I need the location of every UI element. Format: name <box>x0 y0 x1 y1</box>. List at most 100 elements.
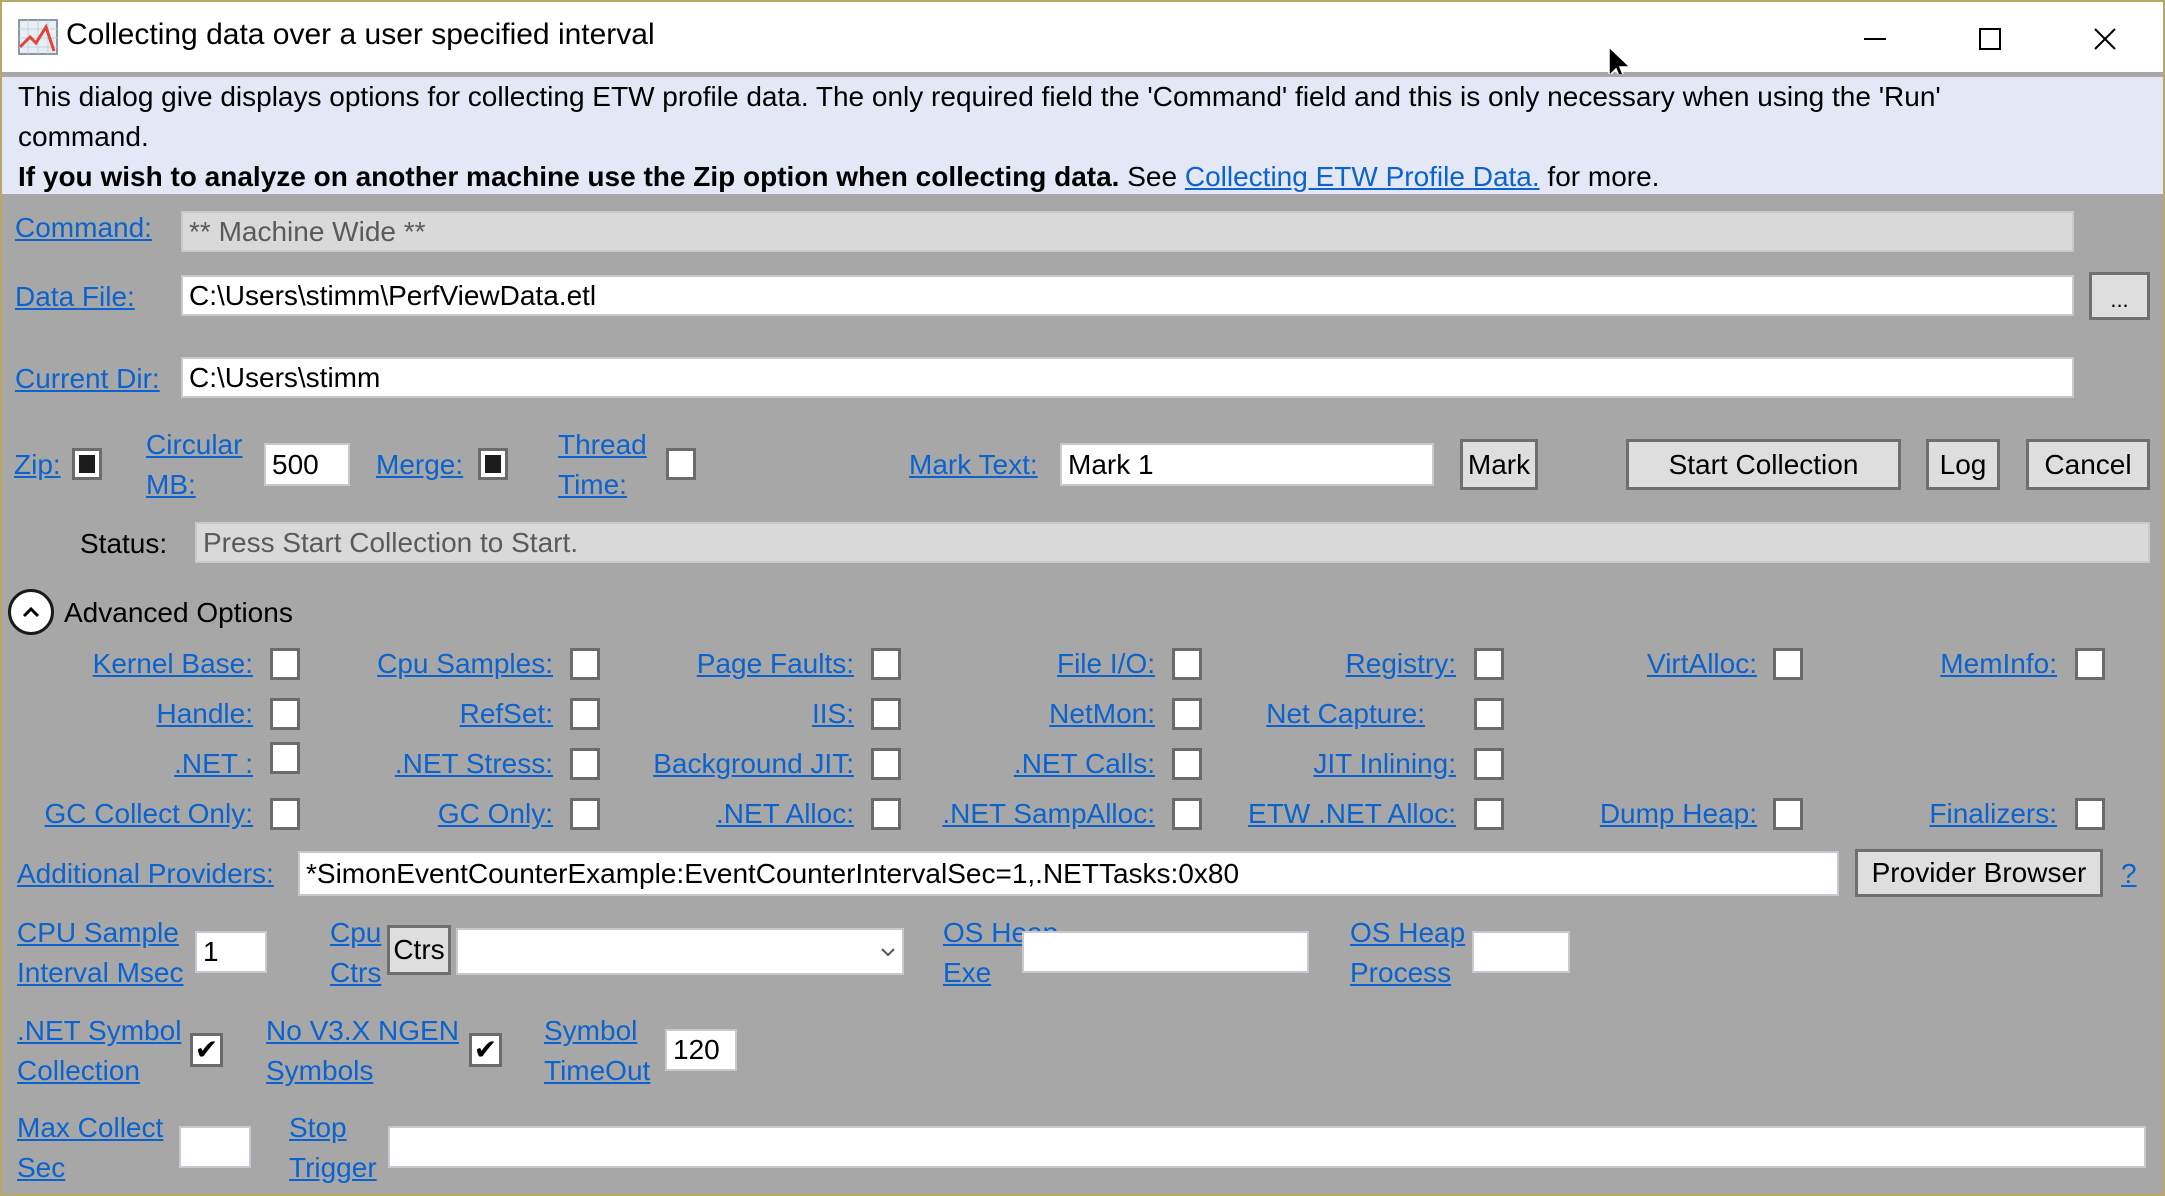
circular-mb-input[interactable]: 500 <box>264 443 350 486</box>
cpu-ctrs-label-line2[interactable]: Ctrs <box>330 953 381 993</box>
option-label-finalizers[interactable]: Finalizers: <box>1929 794 2057 834</box>
option-checkbox-net-alloc[interactable] <box>871 798 901 830</box>
option-label-file-i-o[interactable]: File I/O: <box>1057 644 1155 684</box>
option-label-net-capture[interactable]: Net Capture: <box>1266 694 1425 734</box>
current-dir-input[interactable]: C:\Users\stimm <box>181 357 2074 398</box>
option-checkbox-page-faults[interactable] <box>871 648 901 680</box>
cpu-sample-label-line1[interactable]: CPU Sample <box>17 913 184 953</box>
option-label-iis[interactable]: IIS: <box>812 694 854 734</box>
stop-trigger-input[interactable] <box>388 1126 2146 1168</box>
advanced-options-toggle[interactable] <box>8 589 54 635</box>
title-bar[interactable]: Collecting data over a user specified in… <box>2 2 2163 83</box>
option-label-net-calls[interactable]: .NET Calls: <box>1014 744 1155 784</box>
cpu-ctrs-label-line1[interactable]: Cpu <box>330 913 381 953</box>
option-checkbox-net[interactable] <box>270 742 300 774</box>
option-label-net[interactable]: .NET : <box>174 744 253 784</box>
option-checkbox-netmon[interactable] <box>1172 698 1202 730</box>
option-checkbox-kernel-base[interactable] <box>270 648 300 680</box>
merge-checkbox[interactable] <box>478 448 508 480</box>
option-label-page-faults[interactable]: Page Faults: <box>697 644 854 684</box>
option-label-handle[interactable]: Handle: <box>156 694 253 734</box>
symbol-timeout-label-line1[interactable]: Symbol <box>544 1011 650 1051</box>
cancel-button[interactable]: Cancel <box>2026 439 2150 490</box>
option-checkbox-gc-collect-only[interactable] <box>270 798 300 830</box>
option-checkbox-net-sampalloc[interactable] <box>1172 798 1202 830</box>
mark-text-input[interactable]: Mark 1 <box>1060 443 1434 486</box>
option-checkbox-virtalloc[interactable] <box>1773 648 1803 680</box>
providers-help-link[interactable]: ? <box>2121 854 2137 894</box>
option-label-registry[interactable]: Registry: <box>1346 644 1456 684</box>
option-checkbox-etw-net-alloc[interactable] <box>1474 798 1504 830</box>
option-label-cpu-samples[interactable]: Cpu Samples: <box>377 644 553 684</box>
option-checkbox-finalizers[interactable] <box>2075 798 2105 830</box>
no-v3x-ngen-label-line1[interactable]: No V3.X NGEN <box>266 1011 459 1051</box>
thread-time-checkbox[interactable] <box>666 448 696 480</box>
option-checkbox-gc-only[interactable] <box>570 798 600 830</box>
circular-mb-label[interactable]: Circular MB: <box>146 425 242 505</box>
browse-data-file-button[interactable]: ... <box>2089 272 2150 320</box>
thread-time-label-line1[interactable]: Thread <box>558 425 647 465</box>
no-v3x-ngen-label-line2[interactable]: Symbols <box>266 1051 459 1091</box>
cpu-sample-interval-input[interactable]: 1 <box>195 931 267 973</box>
option-label-virtalloc[interactable]: VirtAlloc: <box>1647 644 1757 684</box>
zip-checkbox[interactable] <box>72 448 102 480</box>
option-checkbox-handle[interactable] <box>270 698 300 730</box>
option-checkbox-file-i-o[interactable] <box>1172 648 1202 680</box>
merge-label[interactable]: Merge: <box>376 445 463 485</box>
max-collect-label-line2[interactable]: Sec <box>17 1148 163 1188</box>
max-collect-label-line1[interactable]: Max Collect <box>17 1108 163 1148</box>
command-label[interactable]: Command: <box>15 208 152 248</box>
option-label-gc-collect-only[interactable]: GC Collect Only: <box>45 794 254 834</box>
option-label-dump-heap[interactable]: Dump Heap: <box>1600 794 1757 834</box>
os-heap-process-label[interactable]: OS Heap Process <box>1350 913 1465 993</box>
net-symbol-label-line2[interactable]: Collection <box>17 1051 181 1091</box>
current-dir-label[interactable]: Current Dir: <box>15 359 160 399</box>
option-label-kernel-base[interactable]: Kernel Base: <box>93 644 253 684</box>
circular-mb-label-line1[interactable]: Circular <box>146 425 242 465</box>
zip-label[interactable]: Zip: <box>14 445 61 485</box>
option-checkbox-jit-inlining[interactable] <box>1474 748 1504 780</box>
option-label-meminfo[interactable]: MemInfo: <box>1940 644 2057 684</box>
cpu-ctrs-button[interactable]: Ctrs <box>387 925 451 975</box>
option-checkbox-net-stress[interactable] <box>570 748 600 780</box>
os-heap-exe-input[interactable] <box>1022 931 1309 973</box>
os-heap-process-input[interactable] <box>1472 931 1570 973</box>
data-file-input[interactable]: C:\Users\stimm\PerfViewData.etl <box>181 275 2074 316</box>
os-heap-process-label-line1[interactable]: OS Heap <box>1350 913 1465 953</box>
net-symbol-collection-label[interactable]: .NET Symbol Collection <box>17 1011 181 1091</box>
mark-button[interactable]: Mark <box>1460 439 1538 490</box>
mark-text-label[interactable]: Mark Text: <box>909 445 1038 485</box>
thread-time-label-line2[interactable]: Time: <box>558 465 647 505</box>
cpu-ctrs-label[interactable]: Cpu Ctrs <box>330 913 381 993</box>
option-label-etw-net-alloc[interactable]: ETW .NET Alloc: <box>1248 794 1456 834</box>
option-label-net-stress[interactable]: .NET Stress: <box>395 744 553 784</box>
provider-browser-button[interactable]: Provider Browser <box>1855 849 2103 897</box>
symbol-timeout-input[interactable]: 120 <box>665 1029 737 1071</box>
option-checkbox-net-capture[interactable] <box>1474 698 1504 730</box>
thread-time-label[interactable]: Thread Time: <box>558 425 647 505</box>
close-button[interactable] <box>2047 4 2162 74</box>
cpu-ctrs-dropdown[interactable] <box>456 928 904 975</box>
no-v3x-ngen-checkbox[interactable]: ✔ <box>469 1033 502 1067</box>
symbol-timeout-label-line2[interactable]: TimeOut <box>544 1051 650 1091</box>
command-input[interactable]: ** Machine Wide ** <box>181 211 2074 252</box>
no-v3x-ngen-label[interactable]: No V3.X NGEN Symbols <box>266 1011 459 1091</box>
log-button[interactable]: Log <box>1926 439 2000 490</box>
start-collection-button[interactable]: Start Collection <box>1626 439 1901 490</box>
max-collect-sec-input[interactable] <box>179 1126 251 1168</box>
option-label-refset[interactable]: RefSet: <box>460 694 553 734</box>
circular-mb-label-line2[interactable]: MB: <box>146 465 242 505</box>
option-label-netmon[interactable]: NetMon: <box>1049 694 1155 734</box>
option-checkbox-net-calls[interactable] <box>1172 748 1202 780</box>
symbol-timeout-label[interactable]: Symbol TimeOut <box>544 1011 650 1091</box>
os-heap-process-label-line2[interactable]: Process <box>1350 953 1465 993</box>
option-label-net-sampalloc[interactable]: .NET SampAlloc: <box>942 794 1155 834</box>
stop-trigger-label[interactable]: Stop Trigger <box>289 1108 377 1188</box>
option-checkbox-background-jit[interactable] <box>871 748 901 780</box>
option-checkbox-dump-heap[interactable] <box>1773 798 1803 830</box>
option-checkbox-cpu-samples[interactable] <box>570 648 600 680</box>
max-collect-sec-label[interactable]: Max Collect Sec <box>17 1108 163 1188</box>
option-checkbox-refset[interactable] <box>570 698 600 730</box>
net-symbol-label-line1[interactable]: .NET Symbol <box>17 1011 181 1051</box>
collecting-etw-link[interactable]: Collecting ETW Profile Data. <box>1185 161 1540 192</box>
